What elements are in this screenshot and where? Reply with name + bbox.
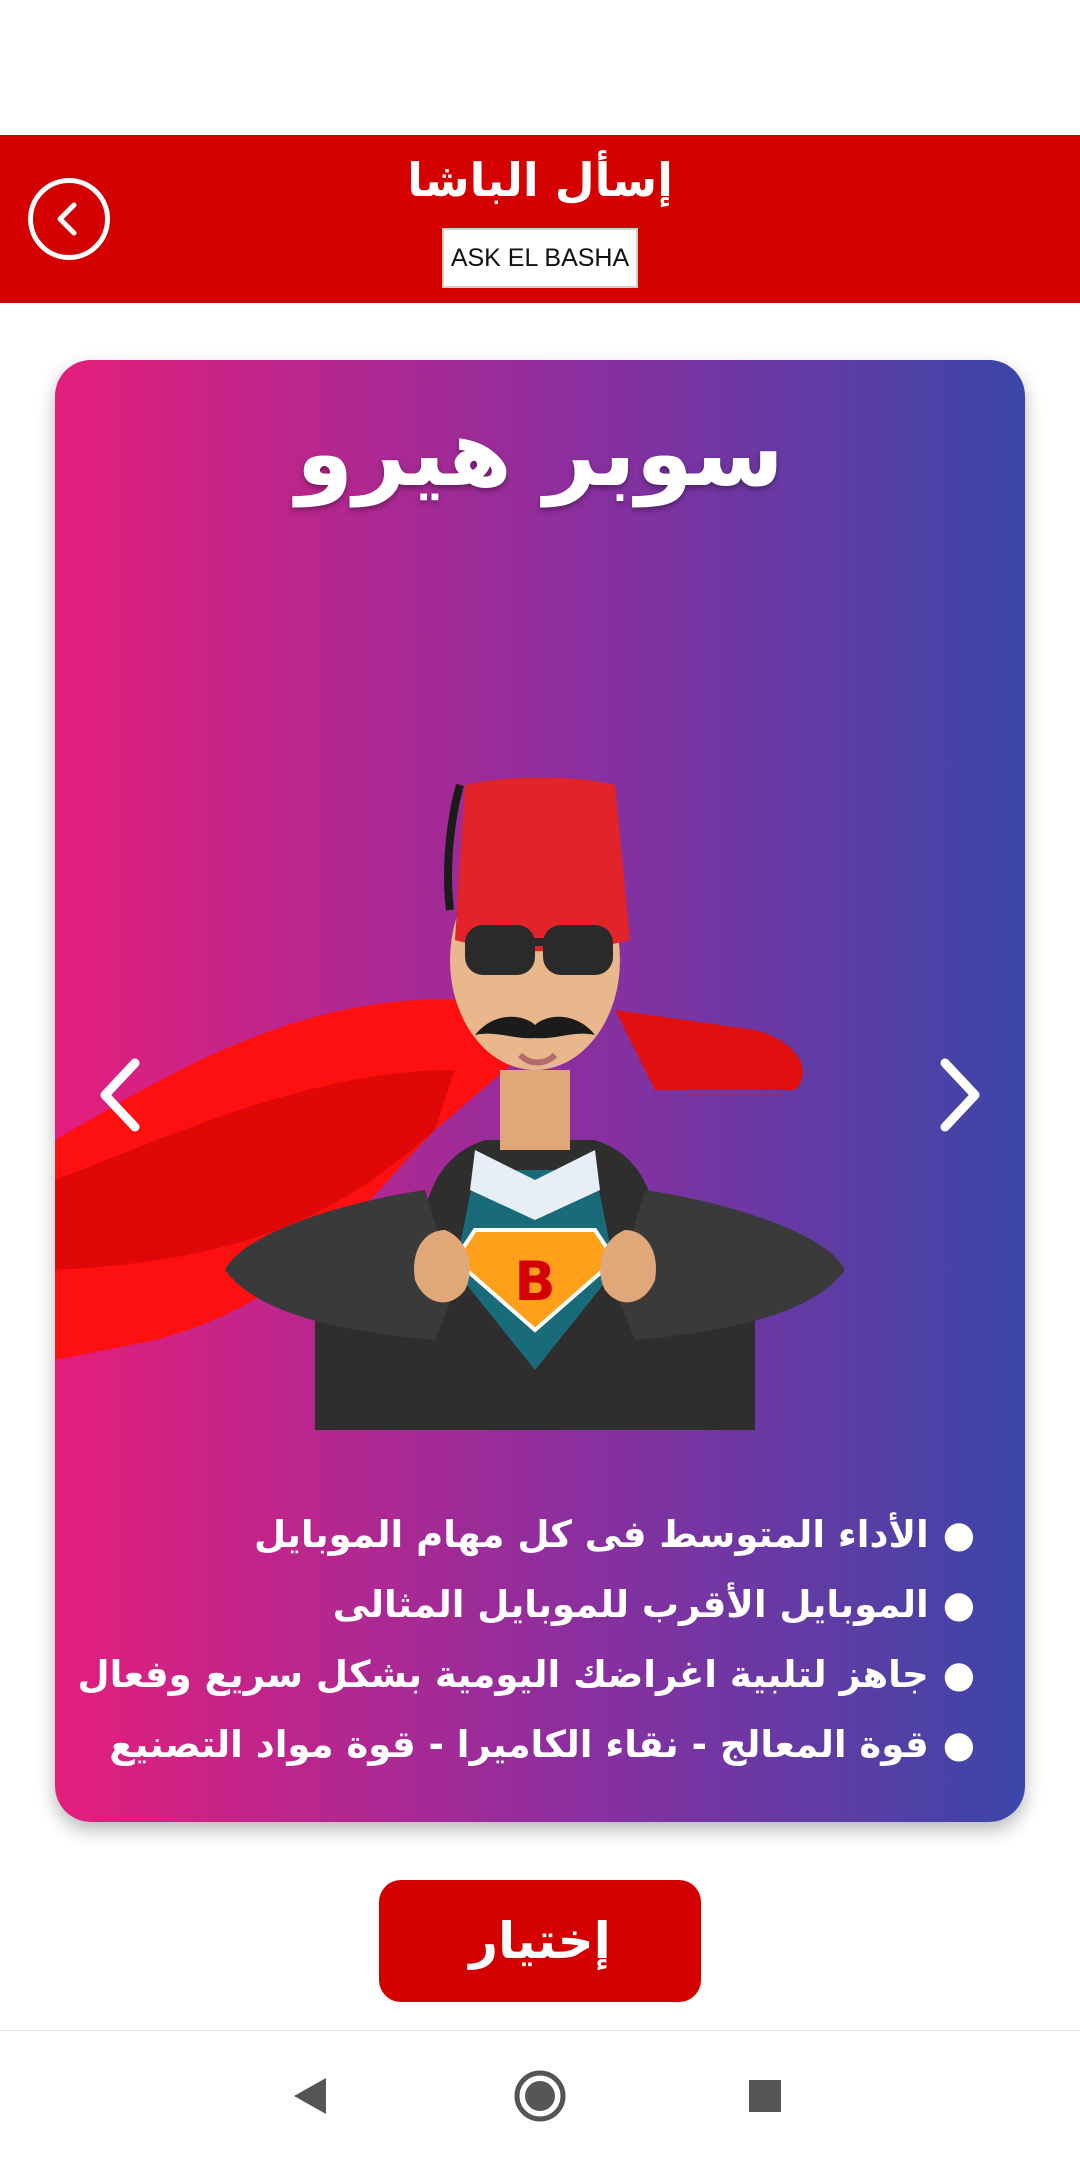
superhero-illustration: B [55,777,845,1430]
bullet-icon: ● [942,1723,975,1766]
carousel-next-button[interactable] [925,1050,995,1140]
triangle-back-icon [294,2078,326,2114]
feature-list: ●الأداء المتوسط فى كل مهام الموبايل ●الم… [77,1500,975,1780]
app-header: إسأل الباشا ASK EL BASHA [0,135,1080,303]
feature-item: ●الموبايل الأقرب للموبايل المثالى [332,1583,975,1626]
feature-item: ●جاهز لتلبية اغراضك اليومية بشكل سريع وف… [77,1653,975,1696]
feature-item: ●قوة المعالج - نقاء الكاميرا - قوة مواد … [109,1723,975,1766]
bullet-icon: ● [942,1653,975,1696]
circle-home-icon [514,2070,566,2122]
chevron-left-icon [100,1058,140,1132]
bullet-icon: ● [942,1583,975,1626]
card-title: سوبر هيرو [296,400,784,507]
chevron-right-icon [940,1058,980,1132]
select-button[interactable]: إختيار [379,1880,701,2002]
system-back-button[interactable] [275,2061,345,2131]
product-card: سوبر هيرو B ●الأداء المتوسط فى كل مهام ا… [55,360,1025,1822]
bullet-icon: ● [942,1513,975,1556]
feature-item: ●الأداء المتوسط فى كل مهام الموبايل [253,1513,975,1556]
system-recents-button[interactable] [730,2061,800,2131]
system-home-button[interactable] [505,2061,575,2131]
square-recents-icon [749,2080,781,2112]
status-bar [0,0,1080,135]
hero-badge-letter: B [514,1250,555,1313]
carousel-prev-button[interactable] [85,1050,155,1140]
system-nav-bar [0,2030,1080,2160]
app-title: إسأل الباشا [407,153,673,207]
app-title-badge: ASK EL BASHA [442,228,638,288]
